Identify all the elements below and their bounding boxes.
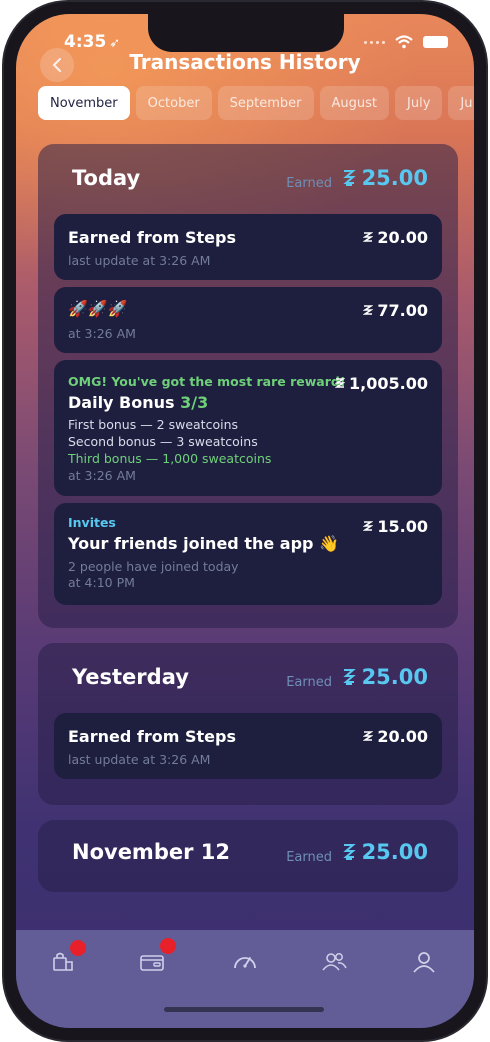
card-amount: 15.00 — [363, 517, 428, 536]
card-amount: 20.00 — [363, 727, 428, 746]
bonus-line: First bonus — 2 sweatcoins — [68, 417, 239, 432]
tab-wallet[interactable] — [138, 938, 176, 976]
earned-label: Earned — [286, 675, 332, 690]
earned-label: Earned — [286, 850, 332, 865]
status-time: 4:35 ➶ — [64, 32, 121, 52]
sweatcoin-icon — [363, 520, 374, 531]
section-november-12[interactable]: November 12 Earned 25.00 — [38, 820, 458, 892]
section-today: Today Earned 25.00 Earned from Steps las… — [38, 144, 458, 628]
invites-tag: Invites — [68, 515, 116, 530]
wifi-icon — [395, 35, 413, 49]
section-yesterday: Yesterday Earned 25.00 Earned from Steps… — [38, 643, 458, 805]
card-title: Your friends joined the app 👋 — [68, 534, 339, 553]
section-header: November 12 Earned 25.00 — [38, 840, 458, 870]
friends-icon — [322, 953, 347, 971]
sweatcoin-icon — [363, 730, 374, 741]
section-total: 25.00 — [342, 665, 428, 689]
sweatcoin-icon — [342, 844, 356, 860]
card-amount: 20.00 — [363, 228, 428, 247]
tab-speed[interactable] — [231, 948, 259, 976]
card-amount: 1,005.00 — [335, 374, 428, 393]
card-title: 🚀🚀🚀 — [68, 299, 128, 318]
sweatcoin-icon — [342, 170, 356, 186]
bottom-tab-bar — [16, 930, 474, 1028]
tab-august[interactable]: August — [319, 86, 390, 120]
earned-label: Earned — [286, 176, 332, 191]
profile-icon — [413, 952, 435, 973]
transaction-card-daily-bonus[interactable]: OMG! You've got the most rare reward! Da… — [54, 360, 442, 496]
sweatcoin-icon — [363, 231, 374, 242]
battery-icon — [423, 36, 448, 48]
tab-july[interactable]: July — [395, 86, 443, 120]
month-tabs: November October September August July J… — [38, 86, 474, 120]
card-title: Earned from Steps — [68, 727, 236, 746]
speedometer-icon — [234, 957, 256, 969]
sweatcoin-icon — [335, 377, 346, 388]
phone-frame: 4:35 ➶ Transactions History November Octo… — [4, 2, 486, 1040]
transaction-card-steps[interactable]: Earned from Steps last update at 3:26 AM… — [54, 214, 442, 280]
tab-october[interactable]: October — [135, 86, 212, 120]
sweatcoin-icon — [363, 304, 374, 315]
card-timestamp: last update at 3:26 AM — [68, 253, 211, 268]
sweatcoin-icon — [342, 669, 356, 685]
tab-friends[interactable] — [320, 948, 348, 976]
card-amount: 77.00 — [363, 301, 428, 320]
section-total: 25.00 — [342, 840, 428, 864]
notification-badge — [70, 940, 86, 956]
wallet-icon — [140, 955, 164, 971]
tab-september[interactable]: September — [217, 86, 314, 120]
app-screen: 4:35 ➶ Transactions History November Octo… — [16, 14, 474, 1028]
card-timestamp: last update at 3:26 AM — [68, 752, 211, 767]
transaction-card-invites[interactable]: Invites Your friends joined the app 👋 2 … — [54, 503, 442, 605]
card-timestamp: at 3:26 AM — [68, 468, 136, 483]
transaction-card-rockets[interactable]: 🚀🚀🚀 at 3:26 AM 77.00 — [54, 287, 442, 353]
tab-shop[interactable] — [50, 940, 86, 976]
transaction-card-steps[interactable]: Earned from Steps last update at 3:26 AM… — [54, 713, 442, 779]
section-header: Today Earned 25.00 — [38, 166, 458, 196]
notification-badge — [160, 938, 176, 954]
card-timestamp: at 3:26 AM — [68, 326, 136, 341]
tab-june[interactable]: Ju — [448, 86, 474, 120]
tab-profile[interactable] — [410, 948, 438, 976]
bonus-progress: 3/3 — [180, 393, 209, 412]
card-title: Earned from Steps — [68, 228, 236, 247]
section-header: Yesterday Earned 25.00 — [38, 665, 458, 695]
status-indicators — [364, 35, 448, 49]
bonus-line: Second bonus — 3 sweatcoins — [68, 434, 258, 449]
tab-november[interactable]: November — [38, 86, 130, 120]
section-total: 25.00 — [342, 166, 428, 190]
notch — [148, 14, 344, 52]
location-arrow-icon: ➶ — [109, 36, 121, 51]
section-title: Yesterday — [72, 665, 189, 689]
card-timestamp: at 4:10 PM — [68, 575, 135, 590]
signal-icon — [364, 40, 385, 44]
bonus-line: Third bonus — 1,000 sweatcoins — [68, 451, 272, 466]
section-title: November 12 — [72, 840, 230, 864]
page-title: Transactions History — [129, 50, 361, 74]
invite-detail: 2 people have joined today — [68, 559, 239, 574]
reward-banner: OMG! You've got the most rare reward! — [68, 374, 346, 389]
home-indicator — [164, 1007, 324, 1012]
card-title: Daily Bonus 3/3 — [68, 393, 209, 412]
section-title: Today — [72, 166, 141, 190]
